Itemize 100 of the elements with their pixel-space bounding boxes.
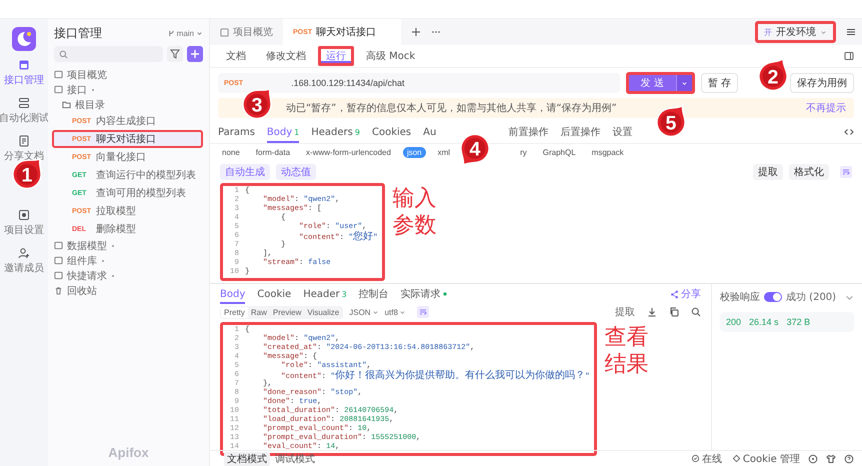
wrap-icon[interactable] [840, 166, 852, 178]
download-icon[interactable] [647, 307, 657, 317]
view-tab[interactable]: 修改文档 [258, 46, 314, 66]
body-type-option[interactable]: json [402, 147, 426, 158]
online-status[interactable]: 在线 [690, 452, 722, 466]
endpoint-name: 聊天对话接口 [96, 132, 156, 146]
add-button[interactable] [187, 46, 203, 62]
format-button[interactable]: 格式化 [789, 164, 829, 180]
branch-icon [168, 30, 175, 36]
encoding-dropdown[interactable]: utf8 [384, 308, 406, 316]
format-dropdown[interactable]: JSON [349, 308, 379, 316]
body-type-option[interactable]: none [218, 147, 244, 158]
status-code: 200 [726, 317, 742, 327]
save-case-button[interactable]: 保存为用例 [790, 73, 854, 93]
trash-icon [54, 286, 63, 295]
body-type-option[interactable]: msgpack [588, 147, 628, 158]
view-option[interactable]: Raw [248, 306, 270, 318]
param-tab[interactable]: Body 1 [266, 121, 300, 143]
tree-item[interactable]: 接口 [54, 82, 203, 97]
diamond-icon [732, 454, 741, 463]
response-time: 26.14 s [749, 317, 779, 327]
param-tab[interactable]: Params [218, 121, 255, 143]
share-link[interactable]: 分享 [670, 287, 701, 301]
dynamic-value-button[interactable]: 动态值 [276, 164, 316, 180]
body-type-option[interactable]: x-www-form-urlencoded [302, 147, 395, 158]
tree-item[interactable]: 组件库 [54, 253, 203, 268]
endpoint-name: 内容生成接口 [96, 114, 156, 128]
send-button[interactable]: 发 送 [626, 72, 695, 94]
copy-icon[interactable] [669, 307, 679, 317]
search-icon [59, 50, 68, 58]
annotation-text: 查看结果 [604, 324, 650, 378]
auto-generate-button[interactable]: 自动生成 [220, 164, 270, 180]
help-icon[interactable] [808, 454, 818, 464]
environment-selector[interactable]: 开 开发环境 [755, 21, 836, 43]
body-type-option[interactable]: ry [516, 147, 531, 158]
shirt-icon[interactable] [826, 454, 836, 464]
extract-button[interactable]: 提取 [615, 305, 635, 319]
api-icon [18, 59, 30, 71]
tree-item[interactable]: 数据模型 [54, 238, 203, 253]
search-icon[interactable] [691, 307, 701, 317]
panel-icon[interactable] [844, 51, 854, 61]
save-button[interactable]: 暂 存 [700, 73, 738, 93]
mode-tab[interactable]: 文档模式 [224, 452, 270, 466]
stack-icon [18, 97, 30, 109]
nav-item[interactable]: 邀请成员 [4, 247, 44, 275]
validate-toggle[interactable] [764, 292, 782, 302]
param-tab[interactable]: 后置操作 [560, 121, 600, 143]
code-icon[interactable] [844, 127, 854, 137]
param-tab[interactable]: Cookies [372, 121, 412, 143]
add-user-icon [18, 247, 30, 259]
wrap-icon[interactable] [416, 306, 429, 318]
body-type-option[interactable]: xml [434, 147, 454, 158]
extract-button[interactable]: 提取 [753, 164, 783, 180]
param-tab[interactable]: 前置操作 [508, 121, 548, 143]
endpoint-name: 拉取模型 [96, 204, 136, 218]
mode-tab[interactable]: 调试模式 [272, 452, 318, 466]
plus-icon[interactable] [411, 27, 421, 37]
filter-icon[interactable] [167, 46, 183, 62]
body-type-option[interactable]: GraphQL [538, 147, 580, 158]
nav-item[interactable]: 项目设置 [4, 209, 44, 237]
body-type-option[interactable]: form-data [252, 147, 294, 158]
document-tab[interactable]: 项目概览 [210, 19, 283, 45]
endpoint-name: 删除模型 [96, 222, 136, 236]
view-tab[interactable]: 运行 [318, 46, 354, 66]
menu-icon[interactable] [846, 27, 856, 37]
tree-item[interactable]: 回收站 [54, 283, 203, 298]
notice-text: 动已“暂存”，暂存的信息仅本人可见，如需与其他人共享，请“保存为用例” [286, 102, 617, 115]
nav-item[interactable]: 接口管理 [4, 59, 44, 87]
view-option[interactable]: Visualize [304, 306, 342, 318]
status-text: 成功 (200) [786, 290, 836, 304]
search-field[interactable] [54, 46, 163, 62]
dismiss-link[interactable]: 不再提示 [806, 101, 846, 115]
brand-watermark: Apifox [108, 445, 149, 460]
tree-item[interactable]: 快捷请求 [54, 268, 203, 283]
question-icon[interactable] [844, 454, 854, 464]
view-tab[interactable]: 高级 Mock [358, 46, 424, 66]
view-tab[interactable]: 文档 [218, 46, 254, 66]
response-tab[interactable]: Body [220, 284, 246, 304]
response-tab[interactable]: 控制台 [358, 284, 389, 304]
response-tab[interactable]: 实际请求 [400, 284, 447, 304]
response-tab[interactable]: Cookie [257, 284, 292, 304]
cookie-manager-button[interactable]: Cookie 管理 [732, 452, 800, 466]
endpoint-name: 查询可用的模型列表 [96, 186, 186, 200]
annotation-text: 输入参数 [392, 185, 438, 239]
param-tab[interactable]: Au [423, 121, 436, 143]
document-icon [18, 135, 30, 147]
endpoint-name: 向量化接口 [96, 150, 146, 164]
tree-item[interactable]: 根目录 [54, 97, 203, 112]
param-tab[interactable]: 设置 [612, 121, 632, 143]
response-tab[interactable]: Header 3 [303, 284, 347, 304]
view-option[interactable]: Preview [270, 306, 304, 318]
response-size: 372 B [786, 317, 810, 327]
endpoint-name: 查询运行中的模型列表 [96, 168, 196, 182]
tree-item[interactable]: 项目概览 [54, 67, 203, 82]
panel-title: 接口管理 [54, 24, 103, 42]
param-tab[interactable]: Headers 9 [311, 121, 360, 143]
view-option[interactable]: Pretty [221, 306, 248, 318]
settings-icon [18, 209, 30, 221]
validate-label: 校验响应 [720, 290, 760, 304]
branch-selector[interactable]: main [168, 28, 203, 38]
